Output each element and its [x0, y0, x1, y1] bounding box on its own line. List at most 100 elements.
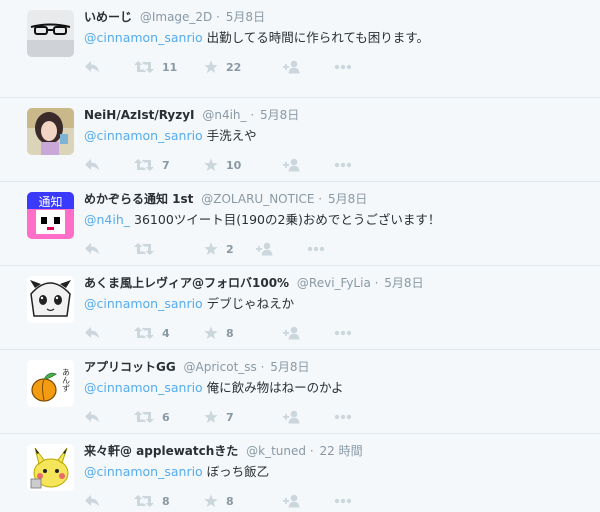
tweet-message: 俺に飲み物はねーのかよ — [202, 380, 344, 395]
tweet-message: 手洗えや — [202, 128, 257, 143]
retweet-button[interactable]: 4 — [134, 324, 170, 342]
tweet-header: アプリコットGG @Apricot_ss · 5月8日 — [84, 359, 310, 375]
timestamp[interactable]: 5月8日 — [270, 360, 309, 374]
favorite-button[interactable]: 10 — [204, 156, 241, 174]
tweet-text: @cinnamon_sanrio 俺に飲み物はねーのかよ — [84, 380, 344, 396]
follow-button[interactable] — [256, 240, 274, 258]
separator-dot: · — [318, 192, 323, 206]
yellow-character-avatar-icon[interactable] — [27, 444, 74, 491]
timestamp[interactable]: 5月8日 — [328, 192, 367, 206]
more-icon — [334, 330, 352, 336]
tweet[interactable]: 通知 めかぞらる通知 1st @ZOLARU_NOTICE · 5月8日 @n4… — [0, 182, 600, 266]
anime-girl-avatar-icon[interactable] — [27, 276, 74, 323]
favorite-count: 8 — [226, 494, 234, 508]
more-options-button[interactable] — [334, 324, 352, 342]
more-options-button[interactable] — [334, 156, 352, 174]
tweet[interactable]: 来々軒@ applewatchきた @k_tuned · 22 時間 @cinn… — [0, 434, 600, 509]
reply-button[interactable] — [84, 324, 100, 342]
tweet[interactable]: あくま風上レヴィア@フォロバ100% @Revi_FyLia · 5月8日 @c… — [0, 266, 600, 350]
mention-link[interactable]: @cinnamon_sanrio — [84, 464, 203, 479]
display-name[interactable]: NeiH/AzIst/RyzyI — [84, 108, 195, 122]
user-handle[interactable]: @n4ih_ — [202, 108, 246, 122]
tweet[interactable]: あんず アプリコットGG @Apricot_ss · 5月8日 @cinnamo… — [0, 350, 600, 434]
tweet[interactable]: いめーじ @Image_2D · 5月8日 @cinnamon_sanrio 出… — [0, 0, 600, 98]
photo-avatar-icon[interactable] — [27, 108, 74, 155]
timestamp[interactable]: 5月8日 — [226, 10, 265, 24]
favorite-button[interactable]: 22 — [204, 58, 241, 76]
follow-icon — [283, 158, 300, 172]
mention-link[interactable]: @n4ih_ — [84, 212, 130, 227]
apricot-avatar-icon[interactable]: あんず — [27, 360, 74, 407]
display-name[interactable]: アプリコットGG — [84, 360, 176, 374]
more-options-button[interactable] — [334, 58, 352, 76]
retweet-count: 6 — [162, 410, 170, 424]
pixel-character-avatar-icon[interactable]: 通知 — [27, 192, 74, 239]
favorite-button[interactable]: 8 — [204, 492, 234, 510]
retweet-button[interactable]: 11 — [134, 58, 177, 76]
retweet-button[interactable]: 6 — [134, 408, 170, 426]
retweet-icon — [134, 159, 154, 171]
separator-dot: · — [216, 10, 220, 24]
mention-link[interactable]: @cinnamon_sanrio — [84, 30, 203, 45]
display-name[interactable]: 来々軒@ applewatchきた — [84, 444, 238, 458]
mention-link[interactable]: @cinnamon_sanrio — [84, 380, 203, 395]
tweet-message: ぼっち飯乙 — [202, 464, 270, 479]
more-icon — [334, 414, 352, 420]
mention-link[interactable]: @cinnamon_sanrio — [84, 296, 203, 311]
display-name[interactable]: あくま風上レヴィア@フォロバ100% — [84, 276, 289, 290]
follow-button[interactable] — [283, 492, 301, 510]
tweet[interactable]: NeiH/AzIst/RyzyI @n4ih_ · 5月8日 @cinnamon… — [0, 98, 600, 182]
more-icon — [334, 498, 352, 504]
tweet-text: @cinnamon_sanrio デブじゃねえか — [84, 296, 294, 312]
follow-button[interactable] — [283, 408, 301, 426]
retweet-icon — [134, 243, 154, 255]
display-name[interactable]: めかぞらる通知 1st — [84, 192, 193, 206]
timeline: いめーじ @Image_2D · 5月8日 @cinnamon_sanrio 出… — [0, 0, 600, 509]
more-icon — [307, 246, 325, 252]
glasses-avatar-icon[interactable] — [27, 10, 74, 57]
tweet-header: あくま風上レヴィア@フォロバ100% @Revi_FyLia · 5月8日 — [84, 275, 424, 291]
tweet-text: @cinnamon_sanrio ぼっち飯乙 — [84, 464, 269, 480]
timestamp[interactable]: 5月8日 — [260, 108, 299, 122]
user-handle[interactable]: @Revi_FyLia — [297, 276, 371, 290]
favorite-button[interactable]: 8 — [204, 324, 234, 342]
retweet-button[interactable]: 8 — [134, 492, 170, 510]
tweet-header: NeiH/AzIst/RyzyI @n4ih_ · 5月8日 — [84, 107, 299, 123]
favorite-count: 10 — [226, 158, 242, 172]
reply-icon — [85, 327, 99, 339]
follow-icon — [283, 410, 300, 424]
more-options-button[interactable] — [334, 408, 352, 426]
follow-icon — [283, 494, 300, 508]
reply-button[interactable] — [84, 408, 100, 426]
reply-button[interactable] — [84, 156, 100, 174]
user-handle[interactable]: @Image_2D — [140, 10, 212, 24]
tweet-text: @cinnamon_sanrio 出勤してる時間に作られても困ります。 — [84, 30, 429, 46]
separator-dot: · — [374, 276, 379, 290]
timestamp[interactable]: 5月8日 — [384, 276, 423, 290]
tweet-text: @cinnamon_sanrio 手洗えや — [84, 128, 257, 144]
follow-button[interactable] — [283, 156, 301, 174]
retweet-button[interactable]: 7 — [134, 156, 170, 174]
reply-button[interactable] — [84, 240, 100, 258]
timestamp[interactable]: 22 時間 — [319, 444, 362, 458]
display-name[interactable]: いめーじ — [84, 10, 132, 24]
favorite-count: 22 — [226, 60, 242, 74]
reply-button[interactable] — [84, 58, 100, 76]
reply-icon — [85, 61, 99, 73]
more-options-button[interactable] — [307, 240, 325, 258]
more-icon — [334, 162, 352, 168]
user-handle[interactable]: @Apricot_ss — [184, 360, 257, 374]
user-handle[interactable]: @k_tuned — [246, 444, 306, 458]
mention-link[interactable]: @cinnamon_sanrio — [84, 128, 203, 143]
more-options-button[interactable] — [334, 492, 352, 510]
retweet-button[interactable] — [134, 240, 162, 258]
favorite-button[interactable]: 2 — [204, 240, 234, 258]
user-handle[interactable]: @ZOLARU_NOTICE — [201, 192, 314, 206]
retweet-icon — [134, 61, 154, 73]
reply-button[interactable] — [84, 492, 100, 510]
avatar-label: 通知 — [38, 195, 62, 209]
follow-button[interactable] — [283, 58, 301, 76]
follow-button[interactable] — [283, 324, 301, 342]
favorite-button[interactable]: 7 — [204, 408, 234, 426]
tweet-header: 来々軒@ applewatchきた @k_tuned · 22 時間 — [84, 443, 363, 459]
